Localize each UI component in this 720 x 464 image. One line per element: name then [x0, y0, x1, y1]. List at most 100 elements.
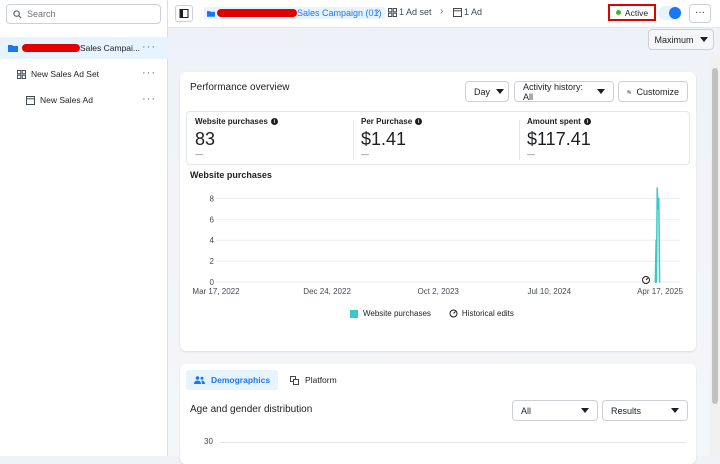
sidebar-item-campaign[interactable]: Sales Campai... ··· [0, 37, 168, 59]
more-options-button[interactable]: ··· [689, 4, 711, 23]
metrics-panel: Website purchases i 83 — Per Purchase i $1… [186, 111, 690, 165]
customize-label: Customize [636, 86, 679, 97]
tab-platform[interactable]: Platform [282, 370, 345, 390]
metric-label: Website purchases [195, 117, 268, 126]
x-tick-label: Jul 10, 2024 [527, 287, 571, 296]
chevron-down-icon [597, 89, 605, 94]
breakdown-tabs: Demographics Platform [186, 370, 345, 390]
x-tick-label: Oct 2, 2023 [418, 287, 460, 296]
history-icon [449, 309, 458, 318]
more-icon[interactable]: ··· [142, 93, 156, 105]
active-toggle[interactable] [658, 6, 682, 20]
campaign-name: Sales Campaign (01) [297, 8, 382, 18]
sidebar-icon [179, 9, 189, 18]
info-icon[interactable]: i [415, 118, 423, 125]
x-tick-label: Mar 17, 2022 [192, 287, 240, 296]
gridline [220, 442, 686, 443]
data-point [657, 208, 659, 210]
x-tick-label: Dec 24, 2022 [303, 287, 351, 296]
folder-icon [8, 45, 18, 52]
people-icon [194, 376, 205, 384]
grid-icon [388, 7, 397, 17]
metric-divider [353, 120, 354, 160]
chevron-right-icon: › [440, 6, 444, 17]
metric-dropdown[interactable]: Results [602, 400, 688, 421]
scrollbar[interactable] [710, 56, 720, 456]
customize-button[interactable]: Customize [618, 81, 688, 102]
folder-icon [207, 10, 215, 17]
adset-label: 1 Ad set [399, 7, 432, 17]
chevron-down-icon [496, 89, 505, 94]
scrollbar-thumb[interactable] [712, 68, 718, 404]
metric-label: Amount spent [527, 117, 581, 126]
metric-label: Per Purchase [361, 117, 413, 126]
metric-divider [519, 120, 520, 160]
metric-value: $117.41 [527, 129, 591, 149]
status-label: Active [624, 7, 649, 18]
chevron-right-icon: › [376, 6, 380, 17]
performance-card: Performance overview Day Activity histor… [180, 72, 696, 351]
info-icon[interactable]: i [583, 118, 591, 125]
y-tick-label: 6 [210, 215, 215, 224]
y-tick-label: 2 [210, 257, 215, 266]
status-dot-icon [615, 10, 621, 15]
breakdown-card: Demographics Platform Age and gender dis… [180, 364, 696, 464]
filter-dropdown[interactable]: All [512, 400, 598, 421]
main-area: Maximum Performance overview Day Activit… [168, 28, 714, 464]
metric-comparison: — [361, 150, 369, 159]
info-icon[interactable]: i [270, 118, 278, 125]
y-tick-label: 4 [210, 236, 215, 245]
y-tick-label: 0 [210, 278, 215, 287]
metric-comparison: — [195, 150, 203, 159]
metric-value: 83 [195, 129, 216, 149]
chevron-down-icon [699, 37, 708, 42]
ad-label: 1 Ad [464, 7, 483, 17]
metric-website-purchases[interactable]: Website purchases i 83 — [195, 117, 278, 159]
search-icon [13, 9, 22, 19]
metric-value: $1.41 [361, 129, 407, 149]
metric-per-purchase[interactable]: Per Purchase i $1.41 — [361, 117, 423, 159]
activity-dropdown[interactable]: Activity history: All [514, 81, 614, 102]
purchases-chart: 0 2 4 6 8 Mar 17, 2022 Dec 24, 2022 Oct 2, 202… [192, 187, 683, 296]
tab-demographics[interactable]: Demographics [186, 370, 279, 390]
y-axis-tick: 30 [204, 437, 213, 446]
sidebar-item-label: New Sales Ad [40, 95, 93, 105]
ad-icon [453, 7, 462, 17]
platform-icon [290, 375, 300, 385]
sidebar-item-label: Sales Campai... [80, 43, 140, 53]
breadcrumb-ad[interactable]: 1 Ad [453, 7, 482, 17]
chart-title: Website purchases [190, 170, 272, 180]
tab-label: Platform [305, 375, 337, 385]
tab-label: Demographics [211, 375, 271, 385]
section-title: Performance overview [190, 82, 290, 93]
search-input[interactable] [27, 9, 147, 19]
data-point [655, 239, 657, 242]
period-dropdown[interactable]: Day [465, 81, 509, 102]
series-line [654, 187, 661, 283]
chevron-down-icon [671, 408, 679, 413]
filter-label: All [521, 405, 532, 416]
sidebar-item-label: New Sales Ad Set [31, 69, 100, 79]
status-badge: Active [608, 4, 656, 21]
period-label: Day [474, 86, 491, 97]
sidebar-item-adset[interactable]: New Sales Ad Set ··· [0, 63, 168, 85]
sliders-icon [627, 89, 632, 94]
breadcrumb-campaign[interactable]: Sales Campaign (01) [204, 7, 385, 19]
more-icon[interactable]: ··· [142, 67, 156, 79]
sidebar-item-ad[interactable]: New Sales Ad ··· [0, 89, 168, 111]
search-box[interactable] [6, 4, 161, 24]
redacted-name [22, 44, 80, 52]
legend-edits-label: Historical edits [461, 309, 514, 318]
metric-amount-spent[interactable]: Amount spent i $117.41 — [527, 117, 591, 159]
data-point [658, 281, 661, 283]
chart-legend: Website purchases Historical edits [350, 309, 514, 318]
section-title: Age and gender distribution [190, 404, 313, 415]
legend-series-label: Website purchases [363, 309, 431, 318]
legend-swatch [350, 309, 358, 318]
breadcrumb-adset[interactable]: 1 Ad set [388, 7, 432, 17]
redacted-name [217, 9, 297, 17]
toggle-sidebar-button[interactable] [175, 5, 193, 22]
view-mode-dropdown[interactable]: Maximum [648, 29, 714, 50]
topbar: Sales Campaign (01) › 1 Ad set › 1 Ad Ac… [168, 0, 720, 28]
more-icon[interactable]: ··· [142, 41, 156, 53]
